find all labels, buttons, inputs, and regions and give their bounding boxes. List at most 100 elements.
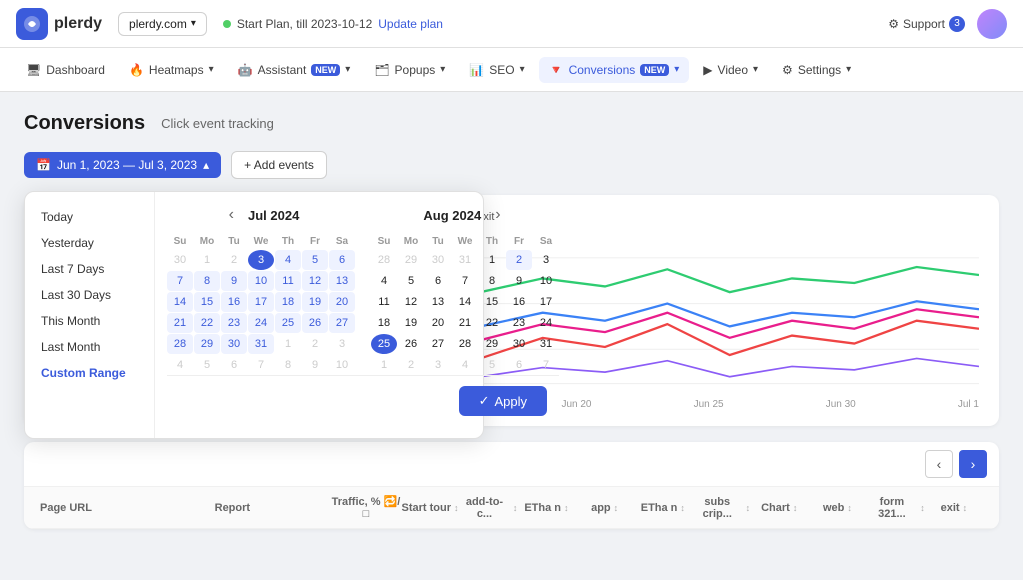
cal-day[interactable]: 29 (479, 334, 505, 354)
nav-item-heatmaps[interactable]: 🔥 Heatmaps ▾ (119, 57, 224, 83)
cal-day[interactable]: 14 (452, 292, 478, 312)
cal-day[interactable]: 17 (248, 292, 274, 312)
sort-icon[interactable]: ↕ (614, 503, 619, 513)
cal-day[interactable]: 31 (452, 250, 478, 270)
nav-item-dashboard[interactable]: 🖥 Dashboard (16, 57, 115, 83)
sort-icon[interactable]: ↕ (847, 503, 852, 513)
cal-day[interactable]: 23 (221, 313, 247, 333)
quick-this-month[interactable]: This Month (25, 308, 154, 334)
cal-day[interactable]: 16 (506, 292, 532, 312)
sort-icon[interactable]: ↕ (564, 503, 569, 513)
cal-day[interactable]: 15 (479, 292, 505, 312)
cal-day[interactable]: 30 (506, 334, 532, 354)
cal-day[interactable]: 3 (329, 334, 355, 354)
nav-item-conversions[interactable]: 🔻 Conversions NEW ▾ (539, 57, 690, 83)
cal-day[interactable]: 10 (248, 271, 274, 291)
cal-day[interactable]: 6 (329, 250, 355, 270)
cal-day[interactable]: 9 (302, 355, 328, 375)
cal-day[interactable]: 19 (398, 313, 424, 333)
cal-day[interactable]: 22 (194, 313, 220, 333)
nav-item-video[interactable]: ▶ Video ▾ (693, 57, 768, 83)
cal-day[interactable]: 30 (167, 250, 193, 270)
cal-day[interactable]: 4 (167, 355, 193, 375)
prev-month-button[interactable]: ‹ (223, 204, 240, 226)
cal-day[interactable]: 7 (248, 355, 274, 375)
apply-button[interactable]: ✓ Apply (459, 386, 547, 416)
cal-day[interactable]: 26 (302, 313, 328, 333)
cal-day[interactable]: 6 (506, 355, 532, 375)
cal-day[interactable]: 5 (398, 271, 424, 291)
cal-day[interactable]: 20 (425, 313, 451, 333)
cal-day[interactable]: 9 (221, 271, 247, 291)
cal-day[interactable]: 1 (479, 250, 505, 270)
sort-icon[interactable]: ↕ (793, 503, 798, 513)
cal-day[interactable]: 28 (371, 250, 397, 270)
cal-day[interactable]: 1 (275, 334, 301, 354)
cal-day[interactable]: 31 (533, 334, 559, 354)
cal-day[interactable]: 2 (302, 334, 328, 354)
nav-item-popups[interactable]: 🗂 Popups ▾ (364, 57, 455, 83)
cal-day[interactable]: 24 (533, 313, 559, 333)
cal-day[interactable]: 16 (221, 292, 247, 312)
cal-day[interactable]: 2 (221, 250, 247, 270)
cal-day[interactable]: 4 (452, 355, 478, 375)
quick-today[interactable]: Today (25, 204, 154, 230)
cal-day[interactable]: 21 (167, 313, 193, 333)
quick-last-month[interactable]: Last Month (25, 334, 154, 360)
cal-day[interactable]: 24 (248, 313, 274, 333)
cal-day[interactable]: 7 (452, 271, 478, 291)
cal-day[interactable]: 30 (221, 334, 247, 354)
site-selector[interactable]: plerdy.com ▾ (118, 12, 207, 36)
cal-day[interactable]: 8 (479, 271, 505, 291)
cal-day[interactable]: 22 (479, 313, 505, 333)
update-plan-link[interactable]: Update plan (378, 17, 443, 31)
cal-day[interactable]: 11 (275, 271, 301, 291)
cal-day[interactable]: 2 (506, 250, 532, 270)
support-button[interactable]: ⚙ Support 3 (888, 16, 965, 32)
cal-day[interactable]: 7 (533, 355, 559, 375)
cal-day[interactable]: 31 (248, 334, 274, 354)
cal-day[interactable]: 6 (221, 355, 247, 375)
cal-day[interactable]: 28 (167, 334, 193, 354)
cal-day[interactable]: 19 (302, 292, 328, 312)
cal-day[interactable]: 26 (398, 334, 424, 354)
cal-day[interactable]: 6 (425, 271, 451, 291)
cal-day[interactable]: 15 (194, 292, 220, 312)
cal-day[interactable]: 27 (329, 313, 355, 333)
next-month-button[interactable]: › (489, 204, 506, 226)
cal-day[interactable]: 12 (398, 292, 424, 312)
nav-item-assistant[interactable]: 🤖 Assistant NEW ▾ (228, 57, 361, 83)
cal-day[interactable]: 29 (398, 250, 424, 270)
cal-day[interactable]: 4 (371, 271, 397, 291)
cal-day[interactable]: 23 (506, 313, 532, 333)
cal-day[interactable]: 1 (371, 355, 397, 375)
avatar[interactable] (977, 9, 1007, 39)
cal-day-selected[interactable]: 25 (371, 334, 397, 354)
cal-day[interactable]: 5 (302, 250, 328, 270)
cal-day[interactable]: 28 (452, 334, 478, 354)
cal-day-selected[interactable]: 3 (248, 250, 274, 270)
cal-day[interactable]: 20 (329, 292, 355, 312)
cal-day[interactable]: 18 (275, 292, 301, 312)
nav-item-seo[interactable]: 📊 SEO ▾ (459, 57, 534, 83)
cal-day[interactable]: 8 (275, 355, 301, 375)
cal-day[interactable]: 4 (275, 250, 301, 270)
cal-day[interactable]: 1 (194, 250, 220, 270)
cal-day[interactable]: 12 (302, 271, 328, 291)
cal-day[interactable]: 9 (506, 271, 532, 291)
cal-day[interactable]: 13 (425, 292, 451, 312)
sort-icon[interactable]: ↕ (963, 503, 968, 513)
cal-day[interactable]: 10 (329, 355, 355, 375)
cal-day[interactable]: 29 (194, 334, 220, 354)
add-events-button[interactable]: + Add events (231, 151, 327, 179)
cal-day[interactable]: 7 (167, 271, 193, 291)
sort-icon[interactable]: ↕ (454, 503, 459, 513)
nav-item-settings[interactable]: ⚙ Settings ▾ (772, 57, 861, 83)
quick-yesterday[interactable]: Yesterday (25, 230, 154, 256)
date-range-button[interactable]: 📅 Jun 1, 2023 — Jul 3, 2023 ▴ (24, 152, 221, 178)
quick-custom-range[interactable]: Custom Range (25, 360, 154, 386)
cal-day[interactable]: 11 (371, 292, 397, 312)
cal-day[interactable]: 3 (533, 250, 559, 270)
cal-day[interactable]: 2 (398, 355, 424, 375)
quick-last30[interactable]: Last 30 Days (25, 282, 154, 308)
